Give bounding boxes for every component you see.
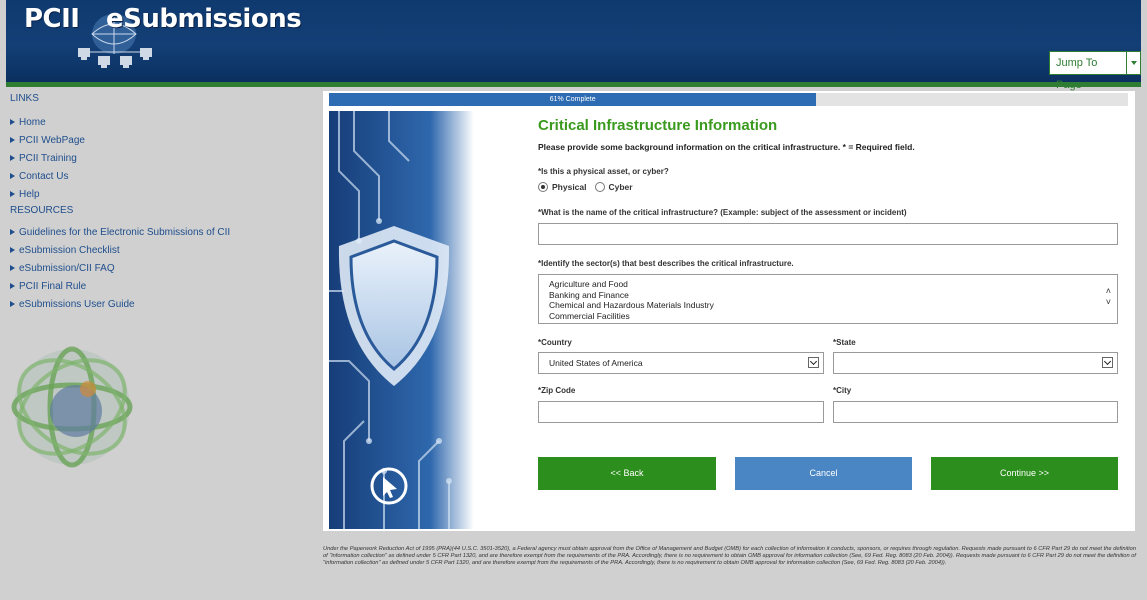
sidebar: LINKS Home PCII WebPage PCII Training Co… [10, 94, 320, 313]
links-heading: LINKS [10, 93, 39, 104]
main-panel: 61% Complete Critical Infrastructure Inf… [323, 91, 1135, 531]
cancel-button[interactable]: Cancel [735, 457, 912, 490]
form-subtitle: Please provide some background informati… [538, 142, 915, 152]
cyber-radio[interactable] [594, 182, 605, 192]
city-label: *City [833, 386, 852, 395]
sidebar-link-checklist[interactable]: eSubmission Checklist [10, 241, 320, 259]
globe-graphic-icon [11, 346, 133, 468]
sidebar-link-label: Contact Us [19, 170, 69, 182]
sidebar-link-label: Guidelines for the Electronic Submission… [19, 226, 231, 238]
listbox-scroll-arrows[interactable]: ˄ ˅ [1106, 286, 1111, 308]
triangle-bullet-icon [10, 283, 15, 289]
sidebar-link-final-rule[interactable]: PCII Final Rule [10, 277, 320, 295]
sidebar-link-label: eSubmission Checklist [19, 244, 120, 256]
city-input[interactable] [833, 401, 1118, 423]
cii-form: Critical Infrastructure Information Plea… [538, 116, 1118, 468]
triangle-bullet-icon [10, 247, 15, 253]
state-label: *State [833, 338, 856, 347]
chevron-down-icon[interactable] [1102, 357, 1113, 368]
location-fields: *Country *State United States of America… [538, 338, 1118, 468]
infrastructure-name-label: *What is the name of the critical infras… [538, 208, 907, 217]
sidebar-link-label: PCII Training [19, 152, 77, 164]
logo-text-esubmissions: eSubmissions [106, 4, 302, 34]
chevron-down-icon[interactable] [1127, 52, 1140, 74]
pra-disclaimer: Under the Paperwork Reduction Act of 199… [323, 546, 1136, 567]
triangle-bullet-icon [10, 137, 15, 143]
country-label: *Country [538, 338, 572, 347]
progress-bar: 61% Complete [329, 93, 1128, 106]
sidebar-link-label: PCII Final Rule [19, 280, 87, 292]
resources-heading: RESOURCES [10, 205, 74, 216]
cyber-shield-image [329, 111, 474, 529]
jump-to-page-button[interactable]: Jump To Page [1050, 52, 1128, 91]
sidebar-link-faq[interactable]: eSubmission/CII FAQ [10, 259, 320, 277]
list-item[interactable]: Banking and Finance [549, 290, 1107, 301]
sidebar-link-help[interactable]: Help [10, 185, 320, 203]
cyber-radio-label[interactable]: Cyber [609, 182, 633, 192]
site-header: PCII eSubmissions Jump To Page [6, 0, 1141, 91]
sidebar-link-label: eSubmissions User Guide [19, 298, 135, 310]
sidebar-link-contact-us[interactable]: Contact Us [10, 167, 320, 185]
triangle-bullet-icon [10, 301, 15, 307]
country-select[interactable]: United States of America [538, 352, 824, 374]
sidebar-link-label: Help [19, 188, 40, 200]
state-select[interactable] [833, 352, 1118, 374]
header-accent-bar [6, 82, 1141, 87]
country-select-value: United States of America [549, 358, 643, 368]
progress-fill: 61% Complete [329, 93, 817, 106]
triangle-bullet-icon [10, 173, 15, 179]
sidebar-link-label: eSubmission/CII FAQ [19, 262, 115, 274]
triangle-bullet-icon [10, 191, 15, 197]
triangle-bullet-icon [10, 119, 15, 125]
asset-type-label: *Is this a physical asset, or cyber? [538, 167, 669, 176]
back-button[interactable]: << Back [538, 457, 716, 490]
list-item[interactable]: Chemical and Hazardous Materials Industr… [549, 300, 1107, 311]
triangle-bullet-icon [10, 265, 15, 271]
physical-radio[interactable] [538, 182, 548, 192]
sector-listbox[interactable]: Agriculture and Food Banking and Finance… [538, 274, 1118, 324]
jump-to-page-dropdown[interactable]: Jump To Page [1049, 51, 1141, 91]
sidebar-link-pcii-webpage[interactable]: PCII WebPage [10, 131, 320, 149]
form-title: Critical Infrastructure Information [538, 117, 778, 134]
asset-type-radio-group: Physical Cyber [538, 182, 1118, 192]
sidebar-link-guidelines[interactable]: Guidelines for the Electronic Submission… [10, 223, 320, 241]
chevron-down-icon[interactable] [808, 357, 819, 368]
sidebar-link-label: Home [19, 116, 46, 128]
sector-label: *Identify the sector(s) that best descri… [538, 259, 794, 268]
sidebar-link-home[interactable]: Home [10, 113, 320, 131]
sidebar-link-user-guide[interactable]: eSubmissions User Guide [10, 295, 320, 313]
zip-code-input[interactable] [538, 401, 824, 423]
sidebar-link-label: PCII WebPage [19, 134, 85, 146]
sidebar-link-pcii-training[interactable]: PCII Training [10, 149, 320, 167]
continue-button[interactable]: Continue >> [931, 457, 1118, 490]
infrastructure-name-input[interactable] [538, 223, 1118, 245]
chevron-up-icon[interactable]: ˄ [1106, 286, 1111, 297]
zip-code-label: *Zip Code [538, 386, 576, 395]
physical-radio-label[interactable]: Physical [552, 182, 587, 192]
site-logo[interactable]: PCII eSubmissions [24, 2, 302, 72]
list-item[interactable]: Commercial Facilities [549, 311, 1107, 322]
triangle-bullet-icon [10, 229, 15, 235]
triangle-bullet-icon [10, 155, 15, 161]
list-item[interactable]: Agriculture and Food [549, 279, 1107, 290]
chevron-down-icon[interactable]: ˅ [1106, 297, 1111, 308]
